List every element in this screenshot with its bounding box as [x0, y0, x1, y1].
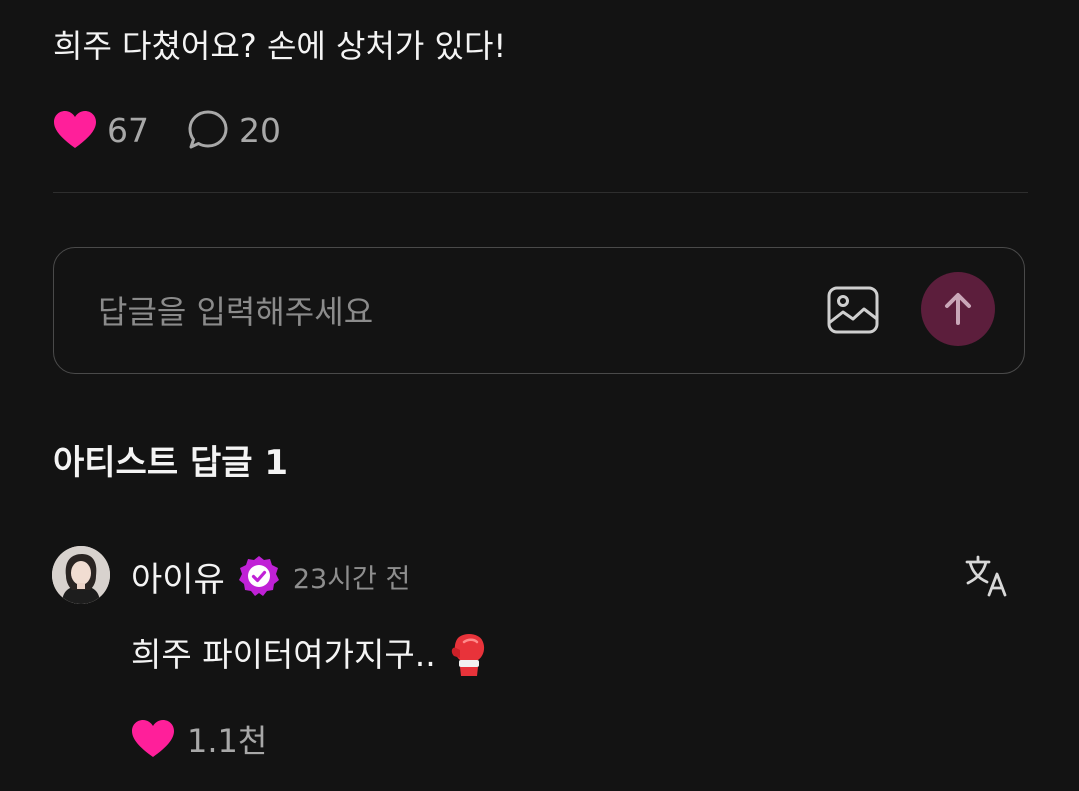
boxing-glove-emoji	[451, 634, 484, 676]
like-button[interactable]: 67	[53, 110, 149, 150]
post-text: 희주 다쳤어요? 손에 상처가 있다!	[53, 27, 507, 65]
comment-text: 희주 파이터여가지구..	[131, 635, 436, 674]
comment-like-count: 1.1천	[187, 722, 268, 760]
comment-count: 20	[239, 110, 281, 150]
translate-button[interactable]	[964, 554, 1010, 598]
comment-header: 아이유 23시간 전	[131, 552, 411, 601]
divider	[53, 192, 1028, 193]
avatar[interactable]	[52, 546, 110, 604]
comment-button[interactable]: 20	[187, 109, 281, 151]
comment-timestamp: 23시간 전	[292, 563, 411, 595]
image-icon	[827, 286, 879, 334]
send-button[interactable]	[921, 272, 995, 346]
speech-bubble-icon	[188, 110, 228, 149]
post-stats: 67 20	[53, 108, 281, 152]
heart-icon	[54, 111, 96, 148]
reply-box	[53, 247, 1025, 374]
comment-like-button[interactable]: 1.1천	[131, 716, 267, 762]
image-upload-button[interactable]	[826, 285, 880, 335]
heart-icon	[132, 720, 174, 757]
arrow-up-icon	[945, 293, 971, 325]
translate-icon	[965, 555, 1007, 597]
like-count: 67	[107, 110, 149, 150]
reply-input[interactable]	[96, 282, 800, 342]
artist-replies-title: 아티스트 답글 1	[53, 443, 289, 483]
author-name[interactable]: 아이유	[131, 552, 225, 601]
comment-body: 희주 파이터여가지구..	[131, 630, 488, 680]
verified-badge-icon	[238, 556, 279, 596]
